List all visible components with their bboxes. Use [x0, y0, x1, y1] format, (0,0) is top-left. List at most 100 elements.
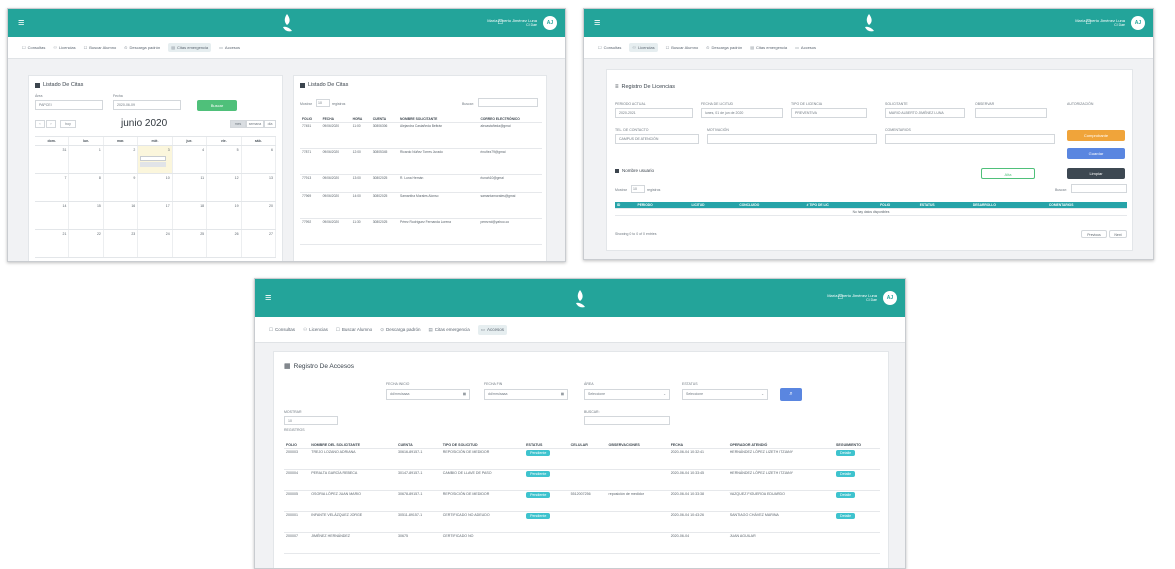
menu-licencias[interactable]: ⚇ Licencias — [303, 327, 328, 333]
menu-buscar-alumno[interactable]: ☐ Buscar Alumno — [336, 327, 372, 333]
hamburger-menu-icon[interactable]: ≡ — [265, 292, 271, 304]
menu-licencias[interactable]: ⚇ Licencias — [629, 43, 658, 52]
detalle-button[interactable]: Detalle — [835, 492, 856, 498]
detalle-button[interactable]: Detalle — [835, 513, 856, 519]
calendar-icon[interactable]: ▦ — [561, 392, 564, 396]
limpiar-button[interactable]: Limpiar — [1067, 168, 1125, 179]
day-cell[interactable]: 14 — [35, 202, 70, 229]
avatar[interactable]: AJ — [543, 16, 557, 30]
menu-consultas[interactable]: ☐ Consultas — [269, 327, 295, 333]
table-row[interactable]: 77451 09/06/2020 11:00 30806306 Alejandr… — [300, 122, 542, 149]
search-input[interactable] — [478, 98, 538, 107]
day-cell[interactable]: 22 — [69, 230, 104, 257]
next-page-button[interactable]: Next — [1109, 230, 1127, 238]
menu-descarga-padron[interactable]: ⊙ Descarga padrón — [380, 327, 420, 333]
buscar-button[interactable]: Buscar — [197, 100, 237, 111]
day-cell[interactable]: 12 — [207, 174, 242, 201]
day-cell[interactable]: 27 — [242, 230, 276, 257]
day-cell[interactable]: 20 — [242, 202, 276, 229]
day-cell[interactable]: 31 — [35, 146, 70, 173]
menu-citas-emergencia[interactable]: ▤ Citas emergencia — [750, 45, 787, 50]
day-cell[interactable]: 21 — [35, 230, 70, 257]
menu-buscar-alumno[interactable]: ☐ Buscar Alumno — [666, 45, 699, 50]
menu-consultas[interactable]: ☐ Consultas — [22, 45, 45, 50]
search-input[interactable] — [1071, 184, 1127, 193]
view-month-button[interactable]: mes — [230, 120, 246, 128]
area-select[interactable]: PAPCEI — [35, 100, 103, 110]
comprobante-button[interactable]: Comprobante — [1067, 130, 1125, 141]
comentarios-input[interactable] — [885, 134, 1055, 144]
table-row[interactable]: 200007 JIMÉNEZ HERNÁNDEZ 30675 CERTIFICA… — [284, 532, 880, 554]
date-input[interactable]: 2020-06-09 — [113, 100, 181, 110]
menu-descarga-padron[interactable]: ⊙ Descarga padrón — [124, 45, 160, 50]
tipo-select[interactable]: PREVENTIVA — [791, 108, 867, 118]
previous-page-button[interactable]: Previous — [1081, 230, 1107, 238]
event-marker[interactable] — [140, 162, 167, 167]
day-cell[interactable]: 5 — [207, 146, 242, 173]
table-row[interactable]: 77871 09/06/2020 12:00 30805345 Ricardo … — [300, 148, 542, 175]
solicitante-select[interactable]: MARIO ALBERTO JIMÉNEZ LUNA — [885, 108, 965, 118]
observar-input[interactable] — [975, 108, 1047, 118]
day-cell[interactable]: 23 — [104, 230, 139, 257]
day-cell[interactable]: 10 — [138, 174, 173, 201]
hamburger-menu-icon[interactable]: ≡ — [594, 17, 600, 29]
telefono-select[interactable]: CAMPUS DE ATENCIÓN — [615, 134, 699, 144]
page-size-select[interactable]: 10 — [316, 99, 330, 107]
day-cell[interactable]: 2 — [104, 146, 139, 173]
day-cell[interactable]: 1 — [69, 146, 104, 173]
menu-descarga-padron[interactable]: ⊙ Descarga padrón — [706, 45, 742, 50]
table-row[interactable]: 200001 INFANTE VELÁZQUEZ JORGE 30511-891… — [284, 511, 880, 533]
table-row[interactable]: 77969 09/06/2020 14:00 30802025 Samantha… — [300, 192, 542, 219]
menu-buscar-alumno[interactable]: ☐ Buscar Alumno — [84, 45, 117, 50]
menu-accesos[interactable]: ▭ Accesos — [219, 45, 240, 50]
day-cell[interactable]: 17 — [138, 202, 173, 229]
view-day-button[interactable]: día — [264, 120, 276, 128]
search-button[interactable]: ⌕ — [780, 388, 802, 401]
hamburger-menu-icon[interactable]: ≡ — [18, 17, 24, 29]
day-cell[interactable]: 4 — [173, 146, 208, 173]
day-cell[interactable]: 19 — [207, 202, 242, 229]
estatus-select[interactable]: Seleccione ⌄ — [682, 389, 768, 400]
menu-citas-emergencia[interactable]: ▤ Citas emergencia — [168, 43, 212, 52]
day-cell[interactable]: 25 — [173, 230, 208, 257]
calendar-icon[interactable]: ▦ — [463, 392, 466, 396]
buscar-input[interactable] — [584, 416, 670, 425]
day-cell[interactable]: 13 — [242, 174, 276, 201]
day-cell[interactable]: 7 — [35, 174, 70, 201]
fecha-fin-input[interactable]: dd/mm/aaaa ▦ — [484, 389, 568, 400]
view-week-button[interactable]: semana — [246, 120, 264, 128]
page-size-select[interactable]: 10 — [631, 185, 645, 193]
periodo-select[interactable]: 2020-2021 — [615, 108, 693, 118]
next-month-button[interactable]: › — [46, 120, 56, 128]
day-cell[interactable]: 18 — [173, 202, 208, 229]
menu-licencias[interactable]: ⚇ Licencias — [53, 45, 75, 50]
day-cell[interactable]: 3 — [138, 146, 173, 173]
table-row[interactable]: 77992 09/06/2020 11:30 30802025 Pérez Ro… — [300, 218, 542, 245]
fecha-input[interactable]: lunes, 01 de jun de 2020 — [701, 108, 783, 118]
day-cell[interactable]: 6 — [242, 146, 276, 173]
table-row[interactable]: 200004 PERALTA GARCÍA REBECA 30147-89157… — [284, 469, 880, 491]
detalle-button[interactable]: Detalle — [835, 471, 856, 477]
table-row[interactable]: 200003 TREJO LOZANO ADRIANA 30616-89157-… — [284, 448, 880, 470]
avatar[interactable]: AJ — [1131, 16, 1145, 30]
event-marker[interactable] — [140, 156, 167, 161]
table-row[interactable]: 77913 09/06/2020 13:00 30802025 R. Luna … — [300, 174, 542, 193]
table-row[interactable]: 200005 OSORIA LÓPEZ JUAN MARIO 30678-891… — [284, 490, 880, 512]
day-cell[interactable]: 8 — [69, 174, 104, 201]
day-cell[interactable]: 26 — [207, 230, 242, 257]
avatar[interactable]: AJ — [883, 291, 897, 305]
day-cell[interactable]: 24 — [138, 230, 173, 257]
day-cell[interactable]: 9 — [104, 174, 139, 201]
fecha-inicio-input[interactable]: dd/mm/aaaa ▦ — [386, 389, 470, 400]
menu-consultas[interactable]: ☐ Consultas — [598, 45, 621, 50]
day-cell[interactable]: 16 — [104, 202, 139, 229]
today-button[interactable]: hoy — [60, 120, 76, 128]
menu-citas-emergencia[interactable]: ▤ Citas emergencia — [429, 327, 470, 333]
motivacion-input[interactable] — [707, 134, 877, 144]
page-size-select[interactable]: 10 — [284, 416, 338, 425]
day-cell[interactable]: 15 — [69, 202, 104, 229]
detalle-button[interactable]: Detalle — [835, 450, 856, 456]
menu-accesos[interactable]: ▭ Accesos — [477, 324, 508, 335]
prev-month-button[interactable]: ‹ — [35, 120, 45, 128]
menu-accesos[interactable]: ▭ Accesos — [795, 45, 816, 50]
